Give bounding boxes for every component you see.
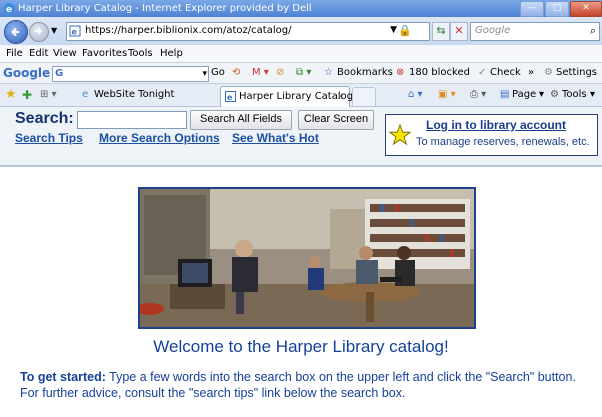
back-arrow-icon <box>11 27 19 37</box>
page-icon: e <box>69 25 81 37</box>
settings-gear-icon: ⚙ <box>544 67 553 78</box>
page-menu-icon: ▤ <box>500 89 510 100</box>
settings-button[interactable]: Settings <box>556 63 597 83</box>
catalog-header: Search: Search All Fields Clear Screen S… <box>0 107 602 165</box>
menu-help[interactable]: Help <box>160 45 183 62</box>
catalog-search-input[interactable] <box>77 111 187 129</box>
close-button[interactable]: ✕ <box>570 1 602 17</box>
search-icon[interactable]: ⌕ <box>590 24 596 38</box>
tab-close-icon[interactable]: x <box>337 87 343 106</box>
minimize-button[interactable]: — <box>520 1 544 17</box>
address-row: ▼ e https://harper.biblionix.com/atoz/ca… <box>0 17 602 45</box>
stop-icon: ✕ <box>454 24 464 37</box>
svg-text:e: e <box>6 5 12 15</box>
more-search-options-link[interactable]: More Search Options <box>99 131 220 145</box>
gmail-icon[interactable]: M ▾ <box>252 63 269 83</box>
refresh-button[interactable]: ⇆ <box>432 22 450 41</box>
page-menu-dropdown-icon[interactable]: ▾ <box>539 84 544 106</box>
window-title-bar: e Harper Library Catalog - Internet Expl… <box>0 0 602 17</box>
favorites-star-icon[interactable]: ★ <box>5 84 17 106</box>
svg-text:e: e <box>227 93 233 102</box>
popup-blocked-count[interactable]: 180 blocked <box>409 63 470 83</box>
refresh-icon: ⇆ <box>436 24 446 37</box>
login-link[interactable]: Log in to library account <box>426 118 566 132</box>
home-icon[interactable]: ⌂ ▾ <box>408 84 423 106</box>
tab-harper-library-catalog[interactable]: e Harper Library Catalog x <box>220 86 354 107</box>
address-url[interactable]: https://harper.biblionix.com/atoz/catalo… <box>85 25 291 36</box>
spellcheck-icon: ✓ <box>478 67 487 78</box>
google-g-icon: G <box>55 68 64 79</box>
page-favicon-icon: e <box>225 91 236 102</box>
google-toolbar: Google G ▾ Go ⟲ M ▾ ⊘ ⧉ ▾ ☆ Bookmarks ⊗ … <box>0 63 602 84</box>
login-box[interactable]: Log in to library account To manage rese… <box>385 114 598 156</box>
page-viewport: Search: Search All Fields Clear Screen S… <box>0 107 602 417</box>
main-content: Welcome to the Harper Library catalog! T… <box>10 173 592 417</box>
active-tab-label: Harper Library Catalog <box>239 91 354 102</box>
highlight-icon[interactable]: ⊘ <box>276 63 284 83</box>
lock-icon[interactable]: 🔒 <box>398 24 412 37</box>
get-started-label: To get started: <box>20 370 106 384</box>
forward-arrow-icon <box>34 27 43 35</box>
quick-tabs-icon[interactable]: ⊞ ▾ <box>40 84 57 106</box>
check-button[interactable]: Check <box>490 63 521 83</box>
welcome-heading: Welcome to the Harper Library catalog! <box>153 337 449 356</box>
page-menu-button[interactable]: Page <box>512 84 536 106</box>
header-divider <box>0 165 602 167</box>
get-started-text: To get started: Type a few words into th… <box>20 369 582 401</box>
star-icon <box>389 124 411 146</box>
tab-row: ★ ✚ ⊞ ▾ e WebSite Tonight e Harper Libra… <box>0 84 602 107</box>
bookmarks-button[interactable]: Bookmarks <box>337 63 393 83</box>
search-tips-link[interactable]: Search Tips <box>15 131 83 145</box>
history-dropdown-icon[interactable]: ▼ <box>51 26 57 35</box>
menu-edit[interactable]: Edit <box>29 45 48 62</box>
svg-text:e: e <box>72 28 78 37</box>
back-button[interactable] <box>4 20 28 44</box>
add-favorites-icon[interactable]: ✚ <box>22 84 32 106</box>
menu-view[interactable]: View <box>53 45 77 62</box>
google-go-button[interactable]: Go <box>211 63 225 83</box>
stop-button[interactable]: ✕ <box>450 22 468 41</box>
tools-menu-dropdown-icon[interactable]: ▾ <box>590 84 595 106</box>
tab-website-tonight[interactable]: WebSite Tonight <box>94 84 174 106</box>
menu-favorites[interactable]: Favorites <box>82 45 127 62</box>
menu-tools[interactable]: Tools <box>128 45 153 62</box>
see-whats-hot-link[interactable]: See What's Hot <box>232 131 319 145</box>
tools-gear-icon: ⚙ <box>550 89 559 100</box>
maximize-button[interactable]: □ <box>545 1 569 17</box>
toolbar-more-button[interactable]: » <box>528 63 534 83</box>
google-search-dropdown-icon[interactable]: ▾ <box>202 64 207 84</box>
google-search-input[interactable]: G ▾ <box>52 66 209 82</box>
bookmarks-star-icon[interactable]: ☆ <box>324 63 333 83</box>
address-bar[interactable]: e https://harper.biblionix.com/atoz/cata… <box>66 22 430 41</box>
print-icon[interactable]: ⎙ ▾ <box>470 84 486 106</box>
tools-menu-button[interactable]: Tools <box>562 84 587 106</box>
window-title: Harper Library Catalog - Internet Explor… <box>18 3 312 14</box>
pagerank-icon[interactable]: ⟲ <box>232 63 240 83</box>
feeds-icon[interactable]: ▣ ▾ <box>438 84 456 106</box>
internet-explorer-icon: e <box>4 3 15 15</box>
web-search-placeholder: Google <box>475 25 511 36</box>
website-tab-icon: e <box>82 89 89 100</box>
login-subtitle: To manage reserves, renewals, etc. <box>416 136 590 148</box>
library-interior-image <box>140 189 474 327</box>
address-dropdown-icon[interactable]: ▼ <box>390 25 397 35</box>
news-icon[interactable]: ⧉ ▾ <box>296 63 311 83</box>
web-search-box[interactable]: Google ⌕ <box>470 22 600 41</box>
search-all-fields-button[interactable]: Search All Fields <box>190 110 292 130</box>
new-tab-button[interactable] <box>352 87 376 106</box>
menu-file[interactable]: File <box>6 45 23 62</box>
menu-bar: File Edit View Favorites Tools Help <box>0 45 602 63</box>
forward-button[interactable] <box>29 22 49 42</box>
search-label: Search: <box>15 110 74 127</box>
clear-screen-button[interactable]: Clear Screen <box>298 110 374 130</box>
library-photo <box>138 187 476 329</box>
popup-blocker-icon: ⊗ <box>396 67 405 78</box>
google-logo: Google <box>3 66 51 80</box>
